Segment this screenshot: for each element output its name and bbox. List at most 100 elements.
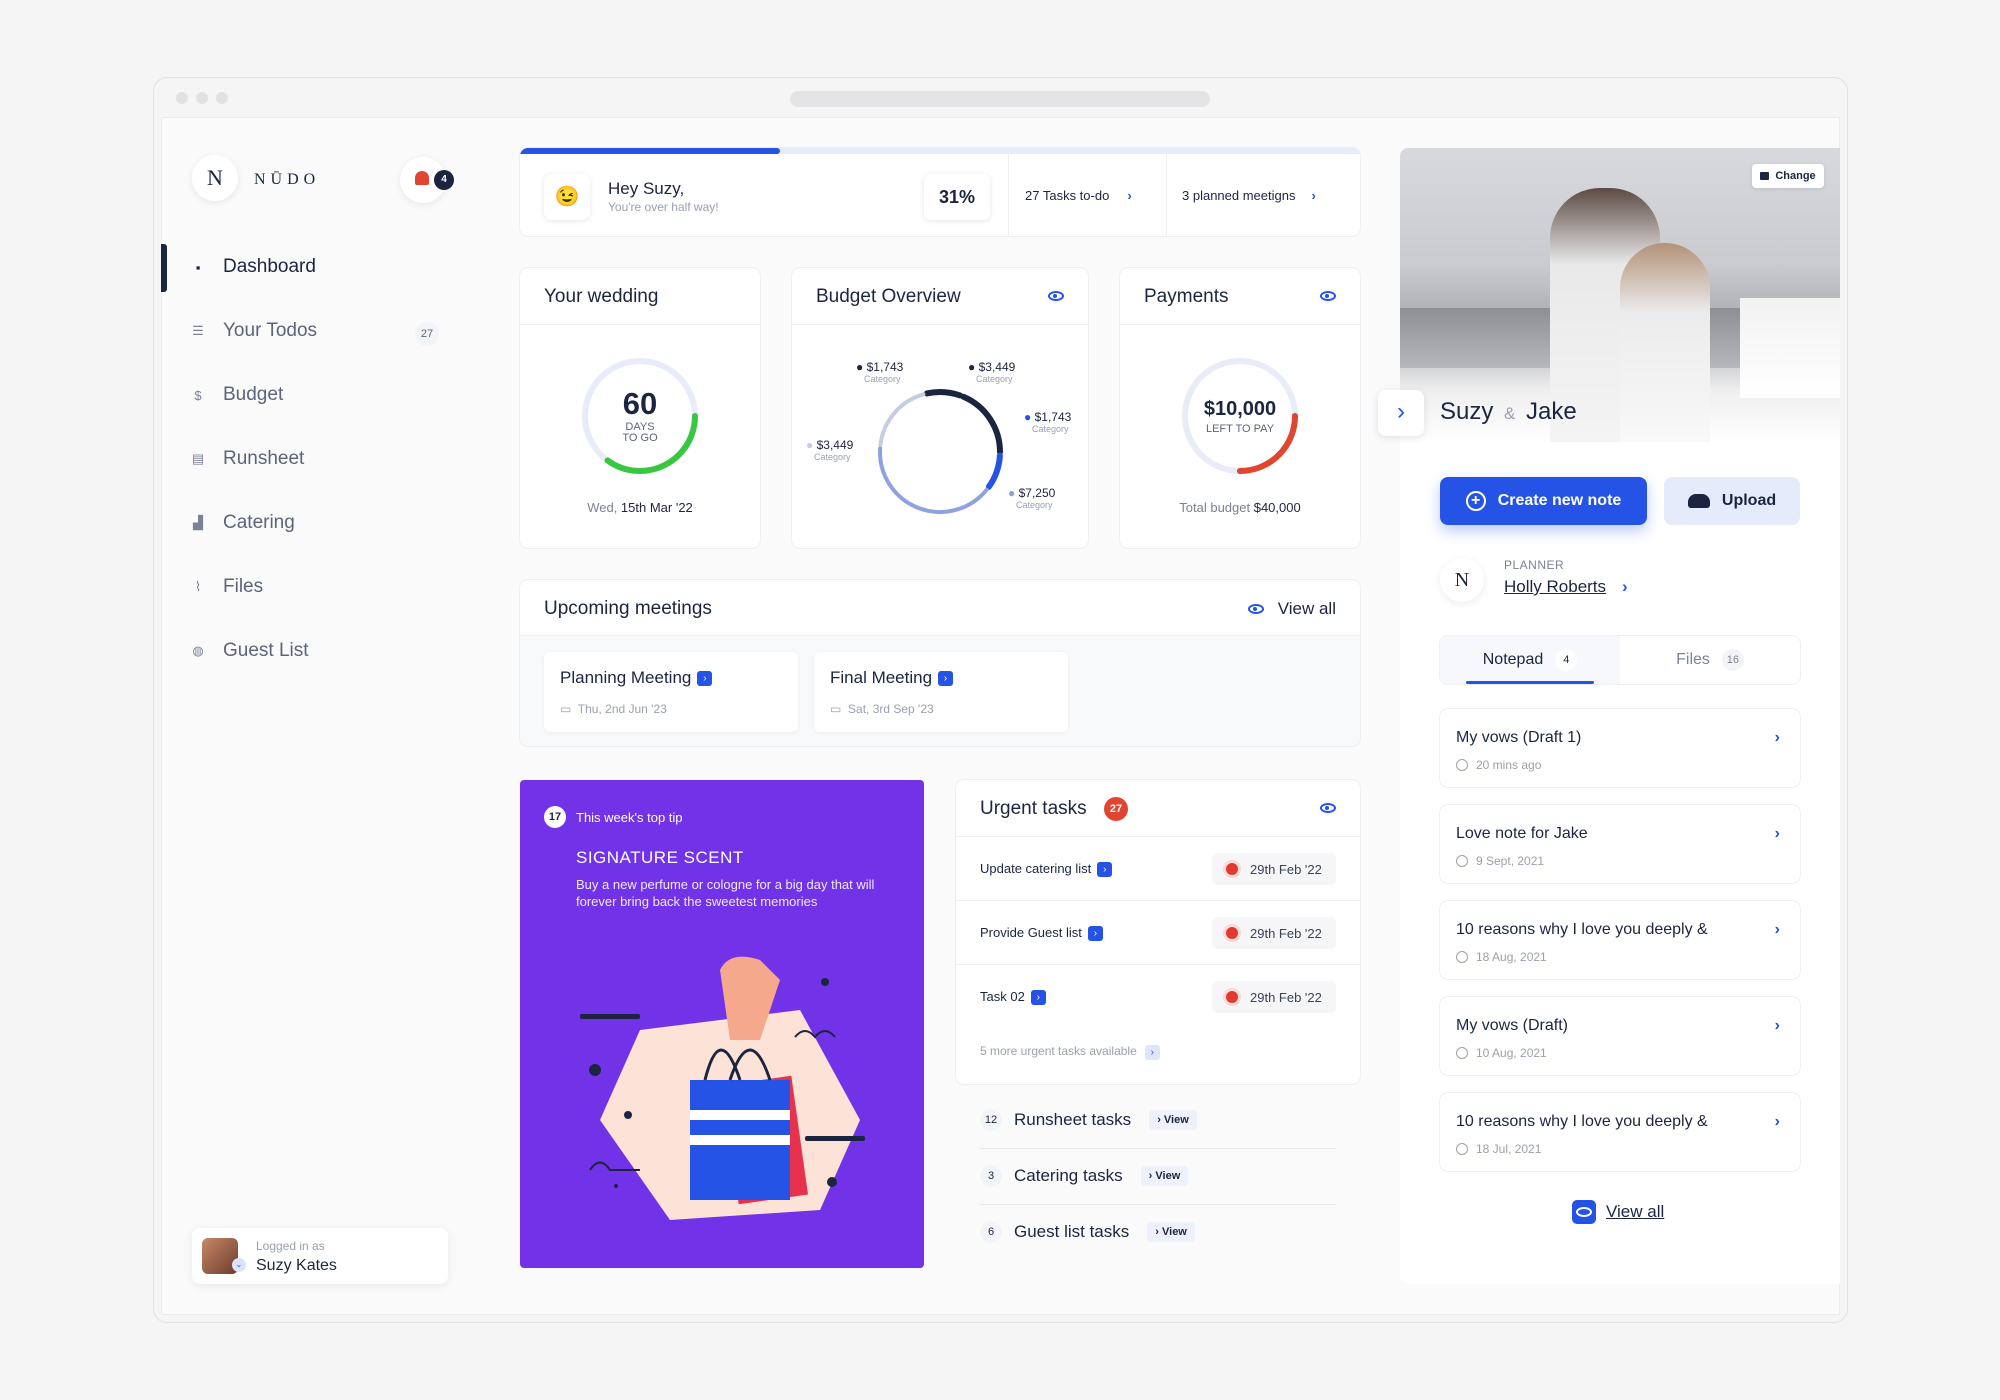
view-button[interactable]: › View — [1149, 1110, 1197, 1130]
divider — [792, 324, 1088, 325]
eye-icon — [1572, 1200, 1596, 1224]
note-item[interactable]: Love note for Jake 9 Sept, 2021 › — [1440, 805, 1800, 883]
note-title: My vows (Draft) — [1456, 1017, 1568, 1034]
chevron-right-icon: › — [1127, 188, 1132, 203]
notification-count: 4 — [434, 170, 454, 190]
tab-notepad[interactable]: Notepad 4 — [1440, 636, 1620, 684]
sidebar-item-todos[interactable]: ☰ Your Todos — [191, 320, 317, 342]
task-row[interactable]: Provide Guest list › 29th Feb '22 — [956, 900, 1360, 964]
window-dot — [216, 92, 228, 104]
task-count: 12 — [980, 1109, 1002, 1131]
external-link-icon: › — [1087, 926, 1103, 942]
budget-segment — [878, 392, 926, 447]
view-button[interactable]: › View — [1140, 1166, 1189, 1186]
upload-button[interactable]: Upload — [1664, 477, 1800, 525]
meeting-title-text: Planning Meeting — [560, 668, 692, 687]
task-count: 3 — [980, 1165, 1002, 1187]
meetings-link[interactable]: 3 planned meetigns › — [1182, 188, 1316, 203]
window-dot — [176, 92, 188, 104]
total-budget: Total budget $40,000 — [1120, 500, 1360, 515]
brand-logo[interactable]: N — [192, 155, 238, 201]
change-photo-button[interactable]: Change — [1752, 164, 1824, 188]
tip-header: This week's top tip — [576, 810, 683, 825]
note-item[interactable]: 10 reasons why I love you deeply & 18 Aug… — [1440, 901, 1800, 979]
create-note-button[interactable]: + Create new note — [1440, 477, 1647, 525]
view-button[interactable]: › View — [1147, 1222, 1195, 1242]
card-title: Budget Overview — [816, 286, 961, 307]
catering-tasks-row[interactable]: 3 Catering tasks › View — [980, 1165, 1189, 1187]
bullet-icon: ● — [1008, 486, 1016, 500]
tab-count: 4 — [1555, 649, 1578, 671]
logo-letter: N — [207, 165, 223, 190]
greeting-subtitle: You're over half way! — [608, 200, 719, 214]
payments-card: Payments $10,000 LEFT TO PAY Total budge… — [1120, 268, 1360, 548]
budget-value: $3,449 — [816, 438, 854, 452]
note-item[interactable]: My vows (Draft 1) 20 mins ago › — [1440, 709, 1800, 787]
tasks-todo-link[interactable]: 27 Tasks to-do › — [1025, 188, 1132, 203]
sidebar-item-files[interactable]: ⌇ Files — [191, 576, 263, 598]
sidebar-item-runsheet[interactable]: ▤ Runsheet — [191, 448, 305, 470]
budget-label: ● $7,250 Category — [1008, 486, 1055, 510]
sidebar-item-budget[interactable]: $ Budget — [191, 384, 283, 406]
tasks-todo-label: 27 Tasks to-do — [1025, 188, 1110, 203]
chevron-right-icon: › — [1774, 1113, 1780, 1130]
view-all-notes[interactable]: View all — [1572, 1200, 1664, 1224]
user-card[interactable]: ⌄ Logged in as Suzy Kates — [192, 1228, 448, 1284]
note-title: Love note for Jake — [1456, 825, 1588, 842]
meeting-item[interactable]: Planning Meeting › ▭ Thu, 2nd Jun '23 — [544, 652, 798, 732]
notification-button[interactable]: 4 — [400, 157, 454, 203]
chevron-right-icon: › — [1774, 729, 1780, 746]
address-bar[interactable] — [790, 91, 1210, 107]
task-label-text: Update catering list — [980, 861, 1092, 876]
divider — [1008, 154, 1009, 236]
task-row[interactable]: Update catering list › 29th Feb '22 — [956, 836, 1360, 900]
chevron-right-icon: › — [1622, 577, 1628, 596]
cloud-upload-icon — [1687, 494, 1710, 508]
clock-icon — [1456, 855, 1468, 867]
planner-role: PLANNER — [1504, 558, 1565, 572]
more-urgent-link[interactable]: 5 more urgent tasks available › — [980, 1044, 1160, 1060]
note-date-text: 9 Sept, 2021 — [1476, 854, 1545, 868]
category-label: Catering tasks — [1014, 1166, 1123, 1185]
budget-value: $1,743 — [866, 360, 904, 374]
task-row[interactable]: Task 02 › 29th Feb '22 — [956, 964, 1360, 1028]
guest-list-tasks-row[interactable]: 6 Guest list tasks › View — [980, 1221, 1195, 1243]
sidebar-item-guest-list[interactable]: ◍ Guest List — [191, 640, 309, 662]
sidebar-item-label: Guest List — [223, 640, 309, 661]
sidebar-item-catering[interactable]: ▟ Catering — [191, 512, 295, 534]
meetings-label: 3 planned meetigns — [1182, 188, 1296, 203]
partner-name: Jake — [1526, 398, 1577, 425]
person-silhouette — [1620, 243, 1710, 442]
view-all-meetings[interactable]: View all — [1247, 599, 1336, 619]
sidebar-item-dashboard[interactable]: ▪ Dashboard — [191, 256, 316, 278]
eye-icon[interactable] — [1320, 803, 1336, 813]
progress-percent: 31% — [924, 174, 990, 220]
shopping-bag-illustration — [580, 956, 865, 1220]
budget-category: Category — [1016, 500, 1053, 510]
eye-icon[interactable] — [1048, 291, 1064, 301]
clock-icon — [1456, 951, 1468, 963]
tip-title: SIGNATURE SCENT — [576, 848, 744, 867]
tab-files[interactable]: Files 16 — [1620, 636, 1800, 684]
urgent-tasks-card: Urgent tasks 27 Update catering list › 29… — [956, 780, 1360, 1084]
eye-icon[interactable] — [1320, 291, 1336, 301]
task-label: Task 02 › — [980, 989, 1046, 1006]
dollar-icon: $ — [194, 387, 202, 403]
note-item[interactable]: My vows (Draft) 10 Aug, 2021 › — [1440, 997, 1800, 1075]
notes-tabs: Notepad 4 Files 16 — [1440, 636, 1800, 684]
bell-icon — [415, 171, 429, 185]
eye-icon — [1247, 604, 1264, 614]
bullet-icon: ● — [806, 438, 814, 452]
window-dot — [196, 92, 208, 104]
bullet-icon: ● — [856, 360, 864, 374]
task-due-date: 29th Feb '22 — [1212, 853, 1336, 885]
date-prefix: Wed, — [587, 500, 621, 515]
runsheet-tasks-row[interactable]: 12 Runsheet tasks › View — [980, 1109, 1197, 1131]
calendar-icon: ▭ — [830, 702, 842, 716]
note-item[interactable]: 10 reasons why I love you deeply & 18 Jul… — [1440, 1093, 1800, 1171]
planner-link[interactable]: Holly Roberts › — [1504, 577, 1628, 597]
collapse-panel-button[interactable]: › — [1378, 390, 1424, 436]
meeting-item[interactable]: Final Meeting › ▭ Sat, 3rd Sep '23 — [814, 652, 1068, 732]
meeting-date-text: Thu, 2nd Jun '23 — [577, 702, 667, 716]
wink-emoji-icon: 😉 — [544, 174, 590, 220]
